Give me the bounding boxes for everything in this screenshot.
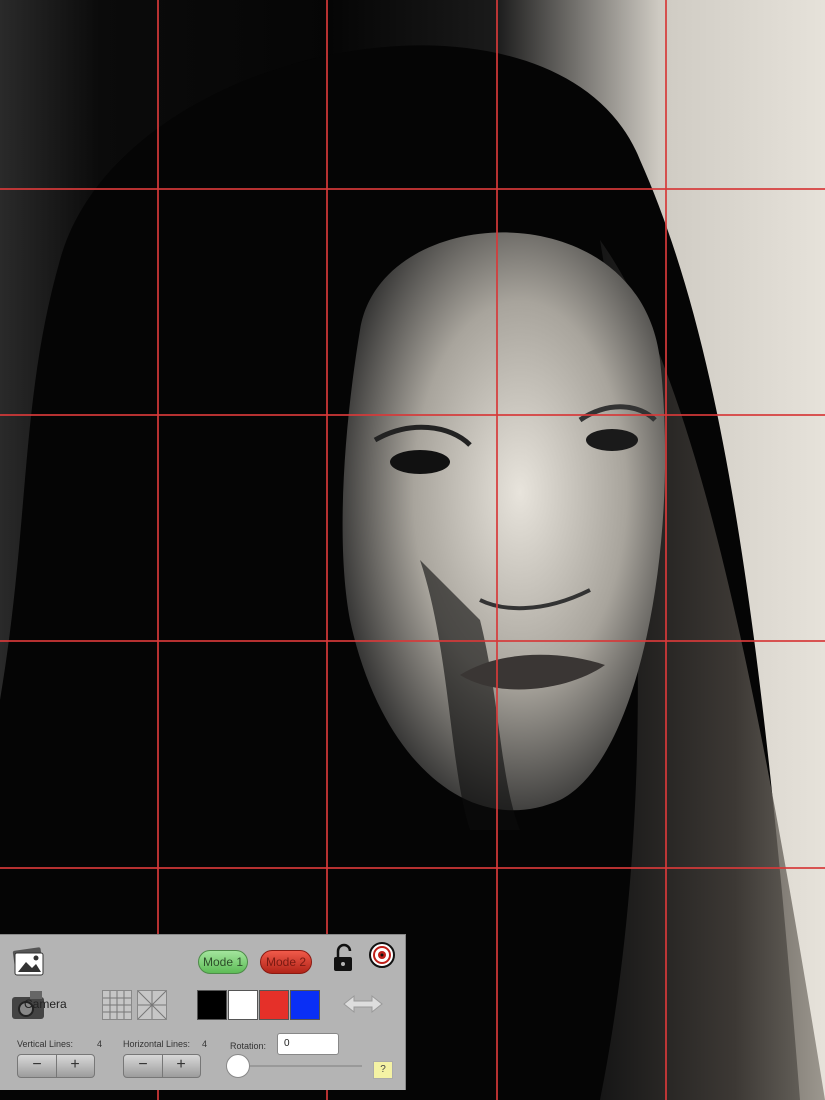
- grid-horizontal-line: [0, 188, 825, 190]
- target-icon: [369, 942, 395, 968]
- rotation-slider-track[interactable]: [237, 1065, 362, 1067]
- rotation-slider-thumb[interactable]: [226, 1054, 250, 1078]
- grid-icon: [103, 991, 131, 1019]
- double-arrow-icon: [343, 994, 383, 1014]
- target-button[interactable]: [368, 941, 396, 969]
- photo-library-button[interactable]: [10, 947, 46, 977]
- vertical-lines-increment-button[interactable]: +: [56, 1055, 94, 1077]
- grid-horizontal-line: [0, 867, 825, 869]
- grid-vertical-line: [665, 0, 667, 1100]
- grid-horizontal-line: [0, 640, 825, 642]
- vertical-lines-value: 4: [97, 1039, 103, 1049]
- camera-label: Camera: [24, 997, 67, 1011]
- horizontal-lines-label: Horizontal Lines:: [123, 1039, 191, 1049]
- diagonal-grid-icon: [137, 990, 167, 1020]
- color-swatch-blue[interactable]: [290, 990, 320, 1020]
- color-swatch-black[interactable]: [197, 990, 227, 1020]
- horizontal-lines-value: 4: [202, 1039, 208, 1049]
- color-swatch-red[interactable]: [259, 990, 289, 1020]
- vertical-lines-stepper: − +: [17, 1054, 95, 1078]
- rotation-label: Rotation:: [230, 1041, 267, 1051]
- control-panel: Mode 1 Mode 2 Camera Vertical Lines: 4 −…: [0, 934, 406, 1090]
- vertical-lines-label: Vertical Lines:: [17, 1039, 74, 1049]
- horizontal-lines-stepper: − +: [123, 1054, 201, 1078]
- mode-1-button[interactable]: Mode 1: [198, 950, 248, 974]
- grid-horizontal-line: [0, 414, 825, 416]
- diagonal-grid-toggle[interactable]: [137, 990, 167, 1020]
- flip-button[interactable]: [342, 993, 384, 1015]
- unlock-icon: [334, 943, 352, 971]
- photos-icon: [12, 947, 44, 976]
- vertical-lines-decrement-button[interactable]: −: [18, 1055, 57, 1077]
- grid-vertical-line: [496, 0, 498, 1100]
- help-button[interactable]: ?: [373, 1061, 393, 1079]
- horizontal-lines-increment-button[interactable]: +: [162, 1055, 200, 1077]
- mode-2-button[interactable]: Mode 2: [260, 950, 312, 974]
- rotation-input[interactable]: 0: [277, 1033, 339, 1055]
- square-grid-toggle[interactable]: [102, 990, 132, 1020]
- color-swatch-white[interactable]: [228, 990, 258, 1020]
- lock-button[interactable]: [332, 943, 354, 973]
- camera-button[interactable]: Camera: [10, 987, 80, 1023]
- horizontal-lines-decrement-button[interactable]: −: [124, 1055, 163, 1077]
